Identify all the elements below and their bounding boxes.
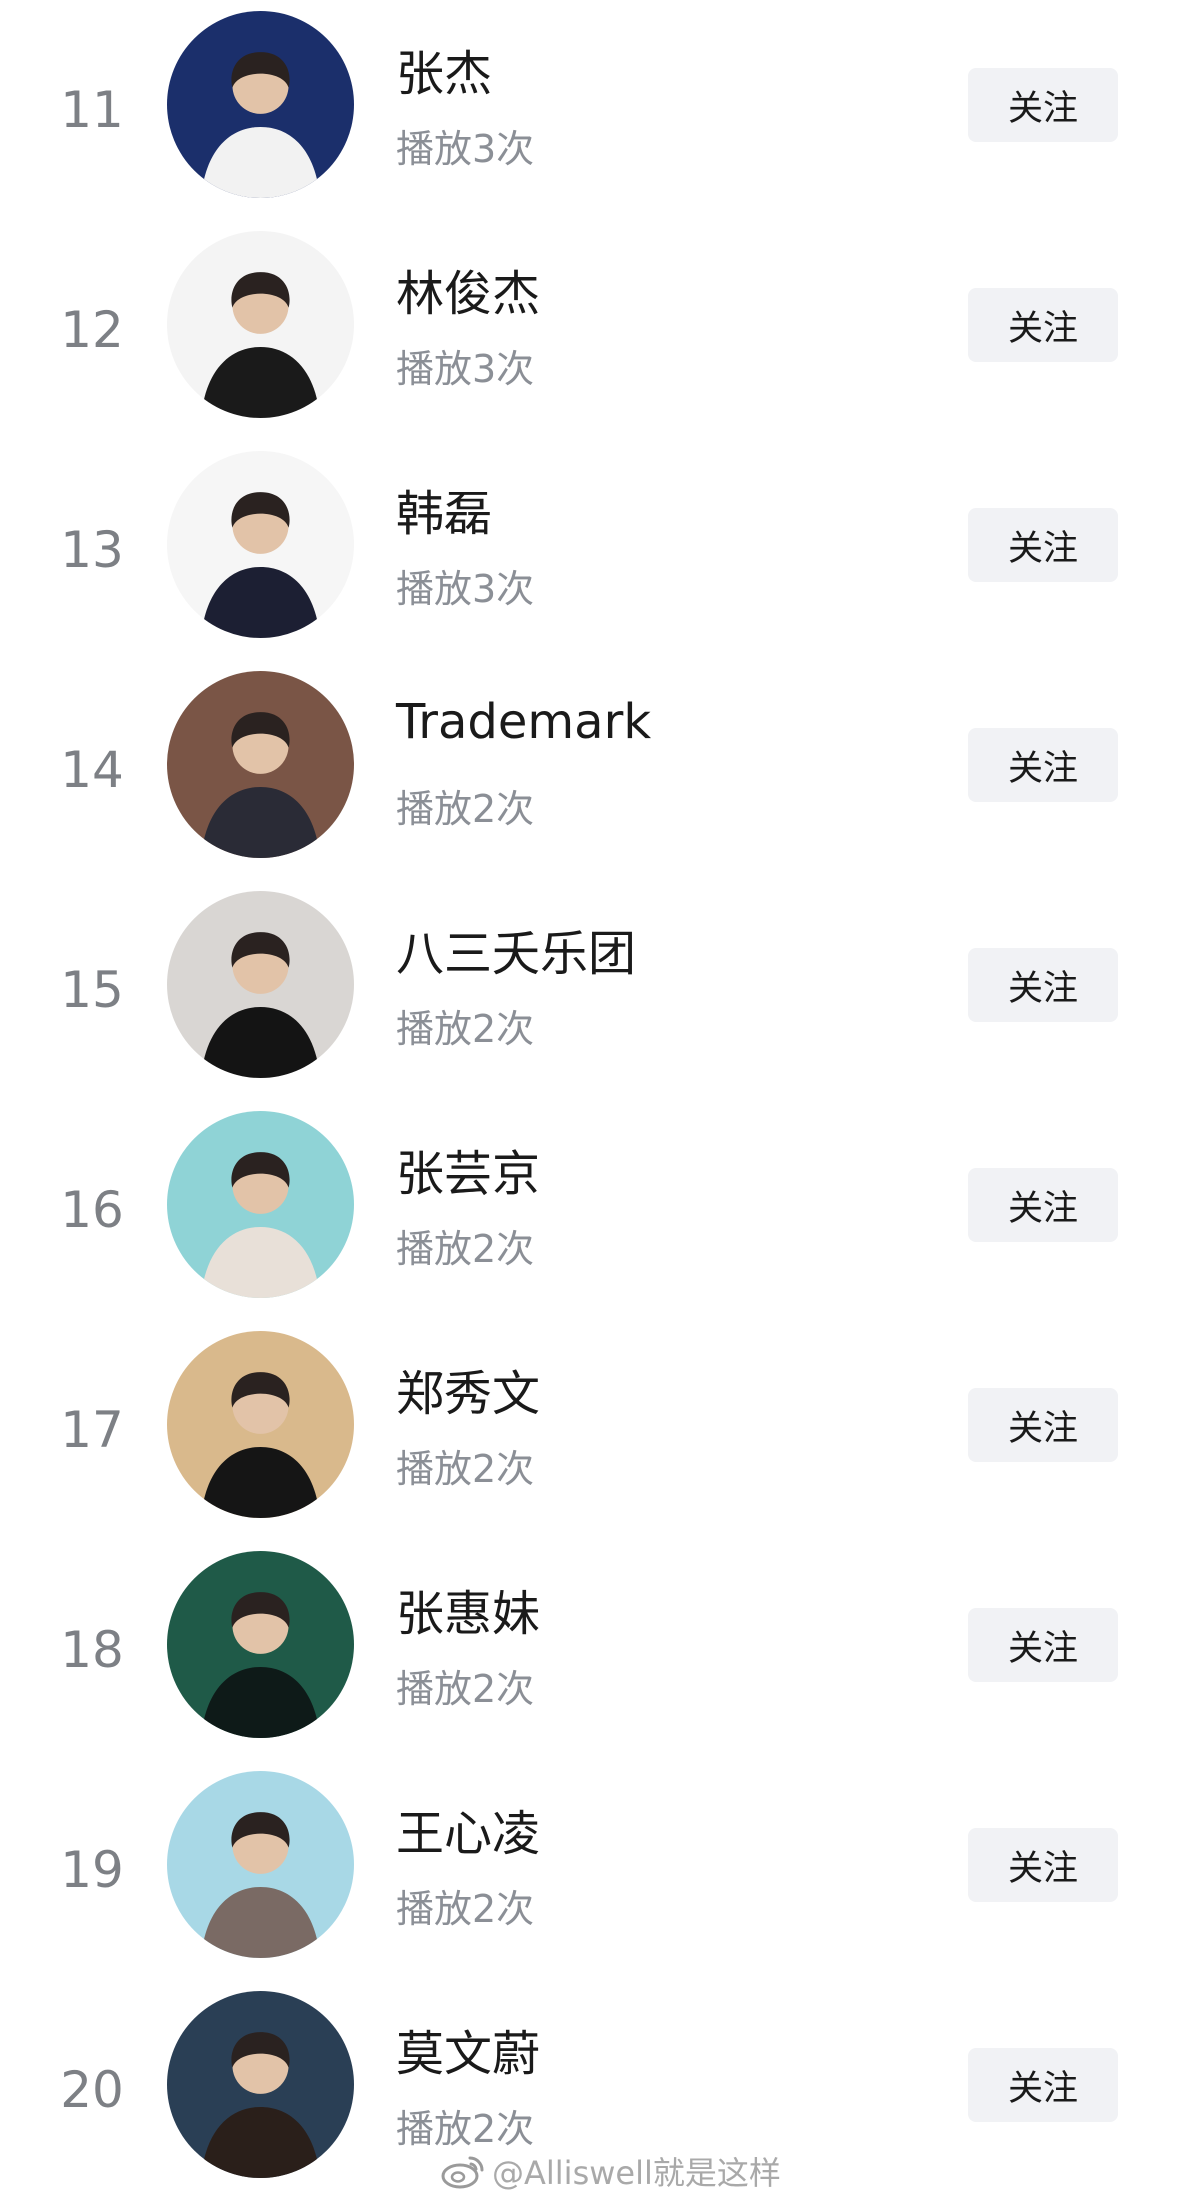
rank-number: 18	[60, 1621, 124, 1679]
follow-button[interactable]: 关注	[968, 1168, 1118, 1242]
artist-row-12[interactable]: 12 林俊杰 播放3次 关注	[0, 220, 1200, 440]
follow-button[interactable]: 关注	[968, 1388, 1118, 1462]
follow-button[interactable]: 关注	[968, 508, 1118, 582]
play-count: 播放3次	[396, 127, 535, 171]
rank-number: 13	[60, 521, 124, 579]
play-count: 播放2次	[396, 1447, 535, 1491]
artist-row-14[interactable]: 14 Trademark 播放2次 关注	[0, 660, 1200, 880]
artist-row-19[interactable]: 19 王心凌 播放2次 关注	[0, 1760, 1200, 1980]
play-count: 播放2次	[396, 1227, 535, 1271]
rank-number: 12	[60, 301, 124, 359]
avatar-image	[167, 891, 354, 1078]
artist-row-18[interactable]: 18 张惠妹 播放2次 关注	[0, 1540, 1200, 1760]
watermark: @Alliswell就是这样	[440, 2148, 781, 2194]
play-count: 播放2次	[396, 1007, 535, 1051]
play-count: 播放3次	[396, 347, 535, 391]
play-count: 播放2次	[396, 2107, 535, 2151]
avatar-image	[167, 1771, 354, 1958]
artist-name[interactable]: 张杰	[396, 34, 492, 104]
rank-number: 19	[60, 1841, 124, 1899]
avatar-image	[167, 671, 354, 858]
artist-name[interactable]: 张芸京	[396, 1134, 540, 1204]
artist-row-11[interactable]: 11 张杰 播放3次 关注	[0, 0, 1200, 220]
artist-name[interactable]: 张惠妹	[396, 1574, 540, 1644]
avatar-image	[167, 1551, 354, 1738]
play-count: 播放2次	[396, 787, 535, 831]
rank-number: 16	[60, 1181, 124, 1239]
artist-ranking-list: 11 张杰 播放3次 关注 12 林俊杰 播放3次 关注 13 韩磊 播放3次 …	[0, 0, 1200, 2192]
follow-button[interactable]: 关注	[968, 288, 1118, 362]
artist-row-17[interactable]: 17 郑秀文 播放2次 关注	[0, 1320, 1200, 1540]
follow-button[interactable]: 关注	[968, 948, 1118, 1022]
avatar-image	[167, 451, 354, 638]
artist-name[interactable]: 八三夭乐团	[396, 914, 636, 984]
rank-number: 17	[60, 1401, 124, 1459]
play-count: 播放2次	[396, 1887, 535, 1931]
avatar-image	[167, 1111, 354, 1298]
artist-avatar[interactable]	[167, 1111, 354, 1298]
artist-avatar[interactable]	[167, 671, 354, 858]
artist-name[interactable]: 郑秀文	[396, 1354, 540, 1424]
follow-button[interactable]: 关注	[968, 728, 1118, 802]
weibo-logo-icon	[441, 2156, 484, 2189]
avatar-image	[167, 1331, 354, 1518]
follow-button[interactable]: 关注	[968, 1608, 1118, 1682]
play-count: 播放2次	[396, 1667, 535, 1711]
artist-row-15[interactable]: 15 八三夭乐团 播放2次 关注	[0, 880, 1200, 1100]
artist-name[interactable]: 王心凌	[396, 1794, 540, 1864]
artist-avatar[interactable]	[167, 451, 354, 638]
artist-row-13[interactable]: 13 韩磊 播放3次 关注	[0, 440, 1200, 660]
rank-number: 15	[60, 961, 124, 1019]
watermark-text: @Alliswell就是这样	[492, 2154, 781, 2192]
rank-number: 11	[60, 81, 124, 139]
artist-avatar[interactable]	[167, 1771, 354, 1958]
rank-number: 20	[60, 2061, 124, 2119]
artist-row-16[interactable]: 16 张芸京 播放2次 关注	[0, 1100, 1200, 1320]
artist-avatar[interactable]	[167, 1551, 354, 1738]
play-count: 播放3次	[396, 567, 535, 611]
artist-avatar[interactable]	[167, 11, 354, 198]
artist-name[interactable]: Trademark	[396, 694, 651, 750]
rank-number: 14	[60, 741, 124, 799]
follow-button[interactable]: 关注	[968, 2048, 1118, 2122]
artist-avatar[interactable]	[167, 1331, 354, 1518]
avatar-image	[167, 1991, 354, 2178]
artist-avatar[interactable]	[167, 891, 354, 1078]
avatar-image	[167, 231, 354, 418]
avatar-image	[167, 11, 354, 198]
artist-name[interactable]: 莫文蔚	[396, 2014, 540, 2084]
artist-avatar[interactable]	[167, 1991, 354, 2178]
artist-name[interactable]: 林俊杰	[396, 254, 540, 324]
artist-name[interactable]: 韩磊	[396, 474, 492, 544]
follow-button[interactable]: 关注	[968, 1828, 1118, 1902]
artist-avatar[interactable]	[167, 231, 354, 418]
follow-button[interactable]: 关注	[968, 68, 1118, 142]
